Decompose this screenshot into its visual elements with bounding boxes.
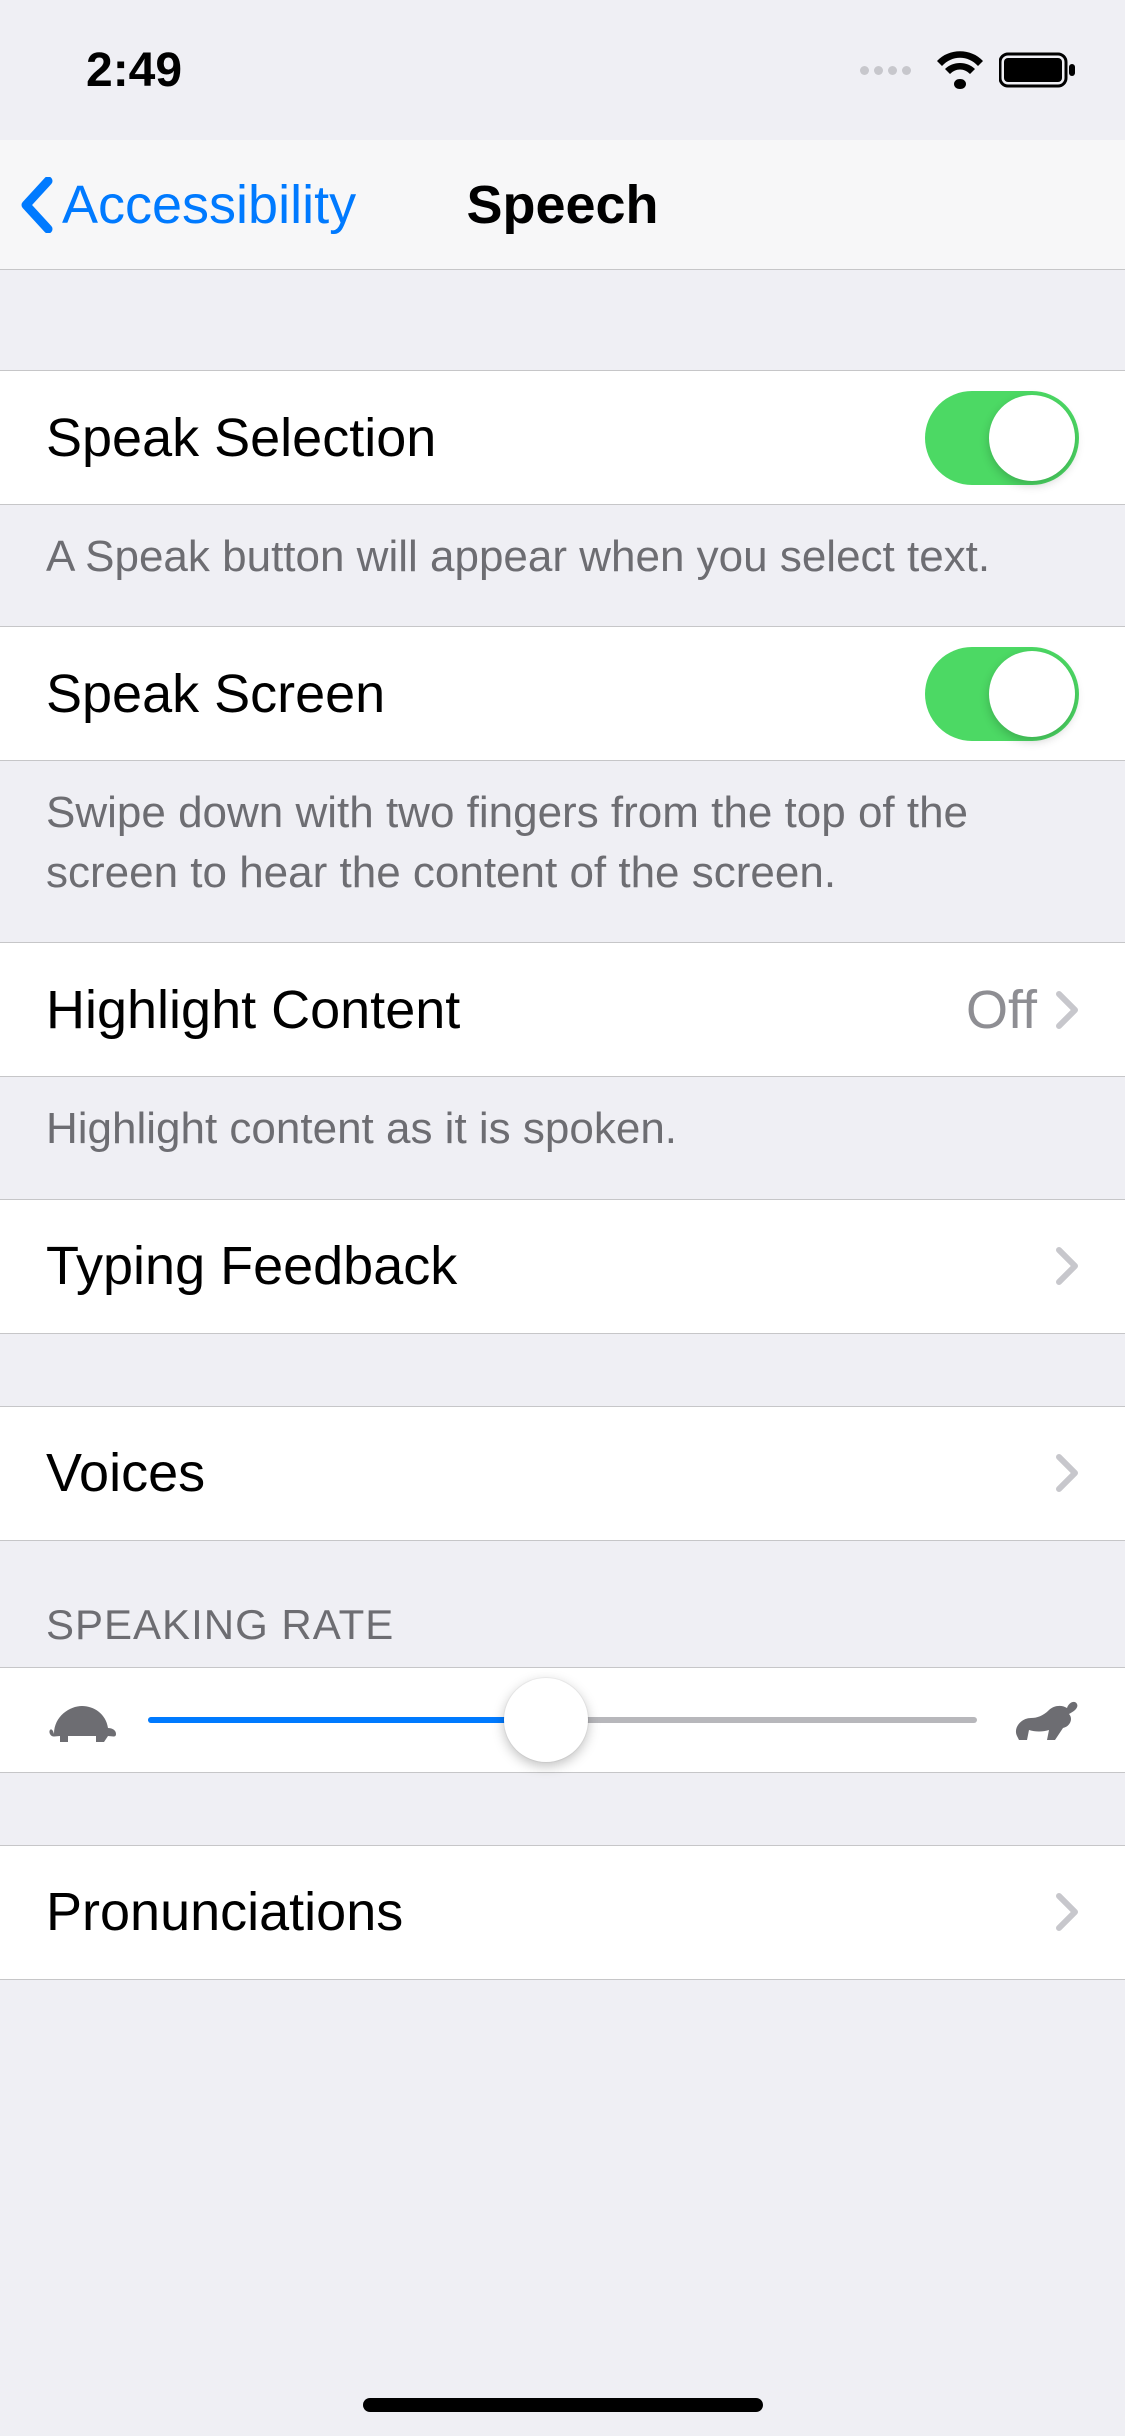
pronunciations-label: Pronunciations: [46, 1881, 1055, 1943]
section-gap: [0, 1334, 1125, 1406]
speaking-rate-header: SPEAKING RATE: [0, 1541, 1125, 1667]
cell-voices[interactable]: Voices: [0, 1406, 1125, 1541]
status-bar: 2:49: [0, 0, 1125, 140]
speak-screen-switch[interactable]: [925, 647, 1079, 741]
home-indicator[interactable]: [363, 2398, 763, 2412]
battery-icon: [999, 51, 1077, 89]
wifi-icon: [935, 51, 985, 89]
section-gap: [0, 1773, 1125, 1845]
cell-typing-feedback[interactable]: Typing Feedback: [0, 1199, 1125, 1334]
status-time: 2:49: [86, 43, 182, 98]
cell-highlight-content[interactable]: Highlight Content Off: [0, 942, 1125, 1077]
voices-label: Voices: [46, 1442, 1055, 1504]
chevron-right-icon: [1055, 990, 1079, 1030]
speak-selection-footer: A Speak button will appear when you sele…: [0, 505, 1125, 626]
status-indicators: [860, 51, 1077, 89]
hare-icon: [1007, 1696, 1079, 1744]
highlight-content-label: Highlight Content: [46, 979, 966, 1041]
nav-bar: Accessibility Speech: [0, 140, 1125, 270]
speak-screen-footer: Swipe down with two fingers from the top…: [0, 761, 1125, 942]
tortoise-icon: [46, 1696, 118, 1744]
speak-screen-label: Speak Screen: [46, 663, 925, 725]
back-button[interactable]: Accessibility: [0, 174, 356, 236]
speaking-rate-slider[interactable]: [148, 1717, 977, 1723]
cell-speaking-rate: [0, 1667, 1125, 1773]
cell-speak-selection[interactable]: Speak Selection: [0, 370, 1125, 505]
chevron-right-icon: [1055, 1453, 1079, 1493]
chevron-right-icon: [1055, 1892, 1079, 1932]
back-label: Accessibility: [62, 174, 356, 236]
speak-selection-switch[interactable]: [925, 391, 1079, 485]
highlight-content-footer: Highlight content as it is spoken.: [0, 1077, 1125, 1198]
section-gap: [0, 270, 1125, 370]
highlight-content-value: Off: [966, 979, 1037, 1041]
chevron-left-icon: [18, 177, 54, 233]
cell-speak-screen[interactable]: Speak Screen: [0, 626, 1125, 761]
cell-pronunciations[interactable]: Pronunciations: [0, 1845, 1125, 1980]
chevron-right-icon: [1055, 1246, 1079, 1286]
speak-selection-label: Speak Selection: [46, 407, 925, 469]
cellular-signal-icon: [860, 66, 911, 75]
typing-feedback-label: Typing Feedback: [46, 1235, 1055, 1297]
